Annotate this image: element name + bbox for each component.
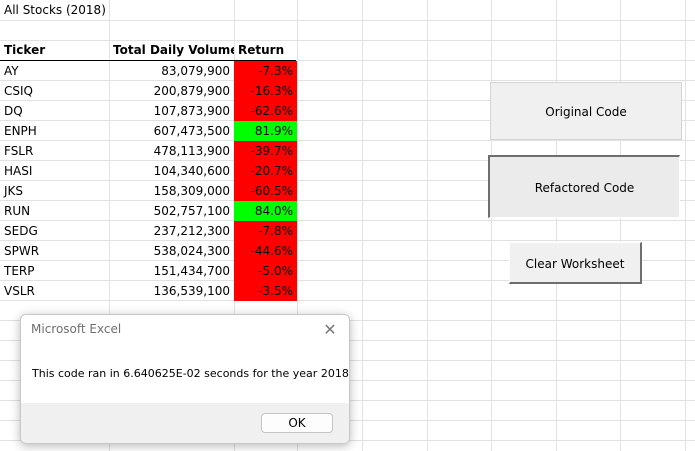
column-gridline bbox=[362, 0, 363, 451]
volume-cell[interactable]: 83,079,900 bbox=[109, 61, 234, 81]
header-return[interactable]: Return bbox=[234, 40, 296, 60]
volume-cell[interactable]: 502,757,100 bbox=[109, 201, 234, 221]
return-cell[interactable]: -16.3% bbox=[234, 81, 297, 101]
return-cell[interactable]: -5.0% bbox=[234, 261, 297, 281]
volume-cell[interactable]: 237,212,300 bbox=[109, 221, 234, 241]
return-cell[interactable]: -60.5% bbox=[234, 181, 297, 201]
ok-button[interactable]: OK bbox=[261, 413, 333, 433]
dialog-body: This code ran in 6.640625E-02 seconds fo… bbox=[21, 345, 349, 403]
ticker-cell[interactable]: RUN bbox=[0, 201, 109, 221]
header-total-daily-volume[interactable]: Total Daily Volume bbox=[109, 40, 234, 60]
message-box-dialog: Microsoft Excel ✕ This code ran in 6.640… bbox=[20, 314, 350, 444]
ticker-cell[interactable]: AY bbox=[0, 61, 109, 81]
ticker-cell[interactable]: FSLR bbox=[0, 141, 109, 161]
volume-cell[interactable]: 478,113,900 bbox=[109, 141, 234, 161]
column-gridline bbox=[491, 0, 492, 451]
original-code-button[interactable]: Original Code bbox=[490, 82, 682, 140]
ticker-cell[interactable]: HASI bbox=[0, 161, 109, 181]
row-gridline bbox=[0, 20, 695, 21]
column-gridline bbox=[427, 0, 428, 451]
ticker-cell[interactable]: SEDG bbox=[0, 221, 109, 241]
ticker-cell[interactable]: ENPH bbox=[0, 121, 109, 141]
ticker-cell[interactable]: VSLR bbox=[0, 281, 109, 301]
refactored-code-button[interactable]: Refactored Code bbox=[488, 155, 680, 218]
worksheet[interactable]: All Stocks (2018) Ticker Total Daily Vol… bbox=[0, 0, 695, 451]
header-ticker[interactable]: Ticker bbox=[0, 40, 109, 60]
return-cell[interactable]: -7.8% bbox=[234, 221, 297, 241]
ticker-cell[interactable]: JKS bbox=[0, 181, 109, 201]
column-gridline bbox=[556, 0, 557, 451]
return-cell[interactable]: -62.6% bbox=[234, 101, 297, 121]
ticker-cell[interactable]: SPWR bbox=[0, 241, 109, 261]
return-cell[interactable]: 84.0% bbox=[234, 201, 297, 221]
volume-cell[interactable]: 200,879,900 bbox=[109, 81, 234, 101]
return-cell[interactable]: -39.7% bbox=[234, 141, 297, 161]
return-cell[interactable]: -3.5% bbox=[234, 281, 297, 301]
volume-cell[interactable]: 151,434,700 bbox=[109, 261, 234, 281]
return-cell[interactable]: -44.6% bbox=[234, 241, 297, 261]
dialog-title: Microsoft Excel bbox=[31, 322, 122, 336]
return-cell[interactable]: -7.3% bbox=[234, 61, 297, 81]
return-cell[interactable]: 81.9% bbox=[234, 121, 297, 141]
close-icon[interactable]: ✕ bbox=[319, 319, 341, 341]
volume-cell[interactable]: 104,340,600 bbox=[109, 161, 234, 181]
volume-cell[interactable]: 107,873,900 bbox=[109, 101, 234, 121]
volume-cell[interactable]: 607,473,500 bbox=[109, 121, 234, 141]
ticker-cell[interactable]: TERP bbox=[0, 261, 109, 281]
sheet-title[interactable]: All Stocks (2018) bbox=[0, 0, 109, 20]
volume-cell[interactable]: 136,539,100 bbox=[109, 281, 234, 301]
clear-worksheet-button[interactable]: Clear Worksheet bbox=[509, 242, 642, 284]
volume-cell[interactable]: 158,309,000 bbox=[109, 181, 234, 201]
dialog-message: This code ran in 6.640625E-02 seconds fo… bbox=[32, 367, 349, 380]
dialog-footer: OK bbox=[21, 403, 349, 443]
column-gridline bbox=[685, 0, 686, 451]
ticker-cell[interactable]: CSIQ bbox=[0, 81, 109, 101]
volume-cell[interactable]: 538,024,300 bbox=[109, 241, 234, 261]
column-gridline bbox=[620, 0, 621, 451]
dialog-titlebar[interactable]: Microsoft Excel ✕ bbox=[21, 315, 349, 345]
return-cell[interactable]: -20.7% bbox=[234, 161, 297, 181]
ticker-cell[interactable]: DQ bbox=[0, 101, 109, 121]
